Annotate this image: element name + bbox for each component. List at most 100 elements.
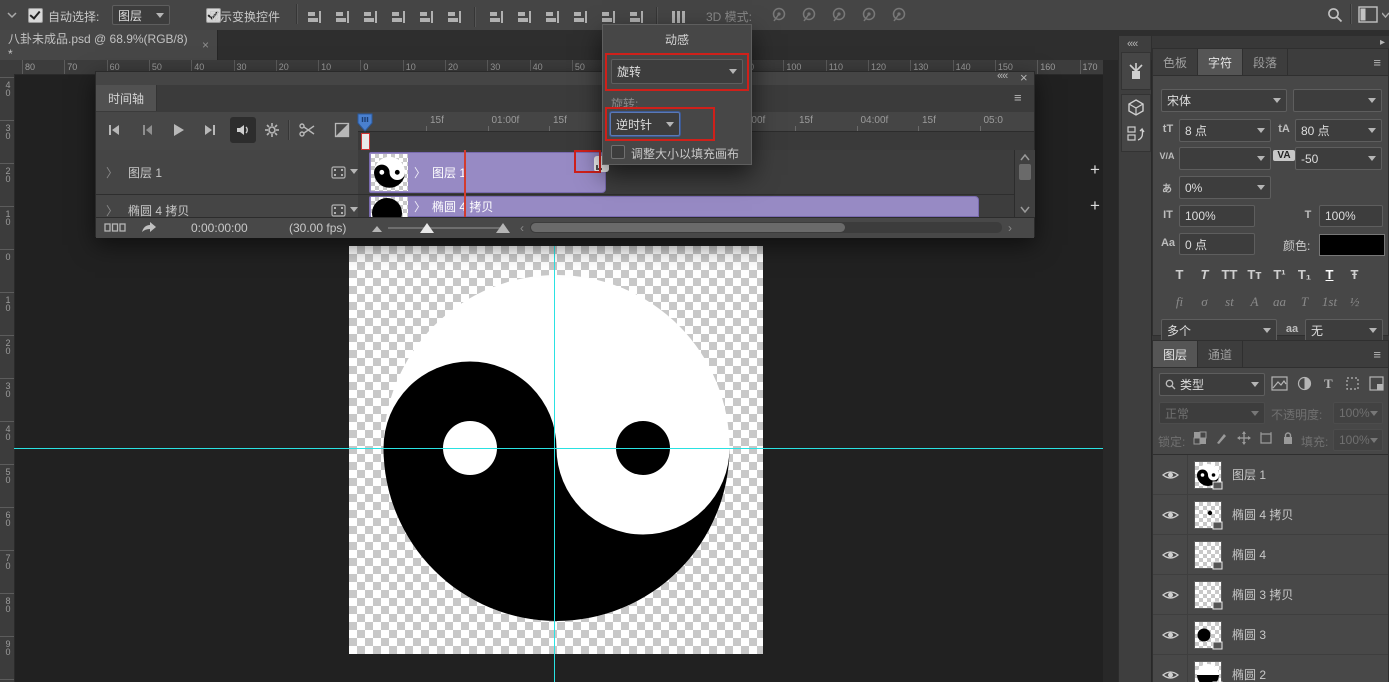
tab-channels[interactable]: 通道	[1198, 341, 1243, 367]
tsume-dropdown[interactable]: 0%	[1179, 176, 1271, 199]
distribute-bottom-edges-icon[interactable]	[544, 9, 560, 25]
smart-object-filter-icon[interactable]	[1369, 376, 1384, 391]
opentype-ligatures-icon[interactable]: fi	[1167, 294, 1192, 310]
tracking-dropdown[interactable]: -50	[1295, 147, 1382, 170]
align-bottom-edges-icon[interactable]	[362, 9, 378, 25]
lock-transparent-icon[interactable]	[1193, 431, 1207, 445]
horizontal-guide[interactable]	[14, 448, 1103, 449]
layer-thumbnail[interactable]	[1194, 501, 1222, 529]
auto-select-checkbox[interactable]	[28, 8, 43, 23]
lock-position-icon[interactable]	[1237, 431, 1251, 445]
first-frame-icon[interactable]	[106, 122, 122, 138]
horizontal-scale-field[interactable]: 100%	[1319, 205, 1383, 227]
track-scrollbar[interactable]	[1014, 150, 1035, 217]
distribute-horizontal-centers-icon[interactable]	[600, 9, 616, 25]
layer-name[interactable]: 椭圆 3 拷贝	[1232, 586, 1293, 603]
motion-effect-dropdown[interactable]: 旋转	[611, 59, 743, 84]
disclosure-icon[interactable]: 〉	[414, 198, 426, 215]
font-family-dropdown[interactable]: 宋体	[1161, 89, 1287, 112]
resize-canvas-checkbox[interactable]	[611, 145, 625, 159]
tab-character[interactable]: 字符	[1198, 49, 1243, 75]
close-panel-icon[interactable]: ×	[1020, 70, 1027, 85]
faux-all-caps-icon[interactable]: TT	[1217, 267, 1242, 282]
scroll-thumb[interactable]	[531, 223, 845, 232]
faux-strikethrough-icon[interactable]: Ŧ	[1342, 267, 1367, 282]
vertical-scale-field[interactable]: 100%	[1179, 205, 1255, 227]
workspace-switcher-icon[interactable]	[1358, 6, 1378, 23]
distribute-left-edges-icon[interactable]	[572, 9, 588, 25]
previous-frame-icon[interactable]	[138, 122, 154, 138]
rotation-direction-dropdown[interactable]: 逆时针	[610, 112, 680, 136]
chevron-down-icon[interactable]	[1382, 11, 1389, 19]
layer-thumbnail[interactable]	[1194, 621, 1222, 649]
3d-rotate-icon[interactable]	[770, 6, 788, 24]
transition-icon[interactable]	[334, 122, 350, 138]
distribute-top-edges-icon[interactable]	[488, 9, 504, 25]
history-icon[interactable]	[1126, 124, 1146, 146]
distribute-right-edges-icon[interactable]	[628, 9, 644, 25]
opacity-field[interactable]: 100%	[1333, 402, 1383, 424]
panel-menu-icon[interactable]: ≡	[1014, 90, 1021, 105]
layer-row[interactable]: 椭圆 3	[1153, 615, 1388, 655]
layer-name[interactable]: 椭圆 2	[1232, 666, 1266, 682]
opentype-stylistic-alternates-icon[interactable]: st	[1217, 294, 1242, 310]
tab-layers[interactable]: 图层	[1153, 341, 1198, 367]
tool-preset-chevron-icon[interactable]	[6, 9, 18, 21]
layer-visibility-eye-icon[interactable]	[1153, 655, 1188, 682]
lock-pixels-icon[interactable]	[1215, 431, 1229, 445]
scroll-left-icon[interactable]: ‹	[520, 221, 524, 235]
adjustment-layer-filter-icon[interactable]	[1297, 376, 1312, 391]
opentype-contextual-alternates-icon[interactable]: aa	[1267, 294, 1292, 310]
layer-visibility-eye-icon[interactable]	[1153, 535, 1188, 574]
disclosure-icon[interactable]: 〉	[106, 164, 118, 181]
collapse-to-icons-icon[interactable]: ▸	[1380, 37, 1384, 48]
blend-mode-dropdown[interactable]: 正常	[1159, 402, 1265, 424]
layer-visibility-eye-icon[interactable]	[1153, 575, 1188, 614]
align-right-edges-icon[interactable]	[446, 9, 462, 25]
search-icon[interactable]	[1326, 6, 1344, 24]
layer-row[interactable]: 椭圆 3 拷贝	[1153, 575, 1388, 615]
antialias-dropdown[interactable]: 无	[1305, 319, 1383, 342]
collapse-panel-icon[interactable]: ««	[997, 70, 1007, 82]
layer-thumbnail[interactable]	[1194, 461, 1222, 489]
film-frames-icon[interactable]	[331, 166, 346, 179]
vertical-ruler[interactable]: 403020100102030405060708090100	[0, 74, 15, 682]
layer-row[interactable]: 椭圆 2	[1153, 655, 1388, 682]
align-left-edges-icon[interactable]	[390, 9, 406, 25]
3d-drag-icon[interactable]	[830, 6, 848, 24]
kerning-dropdown[interactable]	[1179, 147, 1271, 170]
3d-slide-icon[interactable]	[860, 6, 878, 24]
font-size-dropdown[interactable]: 8 点	[1179, 119, 1271, 142]
opentype-ordinals-icon[interactable]: T	[1292, 294, 1317, 310]
faux-underline-icon[interactable]: T	[1317, 267, 1342, 282]
panel-menu-icon[interactable]: ≡	[1373, 55, 1380, 70]
film-frames-icon[interactable]	[331, 204, 346, 217]
baseline-shift-field[interactable]: 0 点	[1179, 233, 1255, 255]
close-tab-icon[interactable]: ×	[202, 38, 209, 52]
layer-visibility-eye-icon[interactable]	[1153, 455, 1188, 494]
align-top-edges-icon[interactable]	[306, 9, 322, 25]
playhead-line[interactable]	[464, 150, 466, 217]
lock-all-icon[interactable]	[1281, 431, 1295, 445]
scroll-thumb[interactable]	[1019, 164, 1031, 180]
add-media-icon[interactable]: +	[1090, 160, 1100, 180]
distribute-vertical-centers-icon[interactable]	[516, 9, 532, 25]
ruler-origin-corner[interactable]	[0, 60, 15, 75]
faux-subscript-icon[interactable]: T₁	[1292, 267, 1317, 282]
pixel-layer-filter-icon[interactable]	[1271, 376, 1288, 391]
mute-audio-icon[interactable]	[230, 117, 256, 143]
layer-row[interactable]: 椭圆 4 拷贝	[1153, 495, 1388, 535]
opentype-titling-alternates-icon[interactable]: A	[1242, 294, 1267, 310]
clip-layer1[interactable]: 〉 图层 1	[369, 152, 606, 193]
layer-name[interactable]: 椭圆 4	[1232, 546, 1266, 563]
canvas[interactable]	[349, 246, 763, 654]
layer-thumbnail[interactable]	[1194, 581, 1222, 609]
align-horizontal-centers-icon[interactable]	[418, 9, 434, 25]
zoom-in-timeline-icon[interactable]	[496, 222, 510, 233]
opentype-numerator-icon[interactable]: 1st	[1317, 294, 1342, 310]
3d-scale-icon[interactable]	[890, 6, 908, 24]
opentype-swash-icon[interactable]: σ	[1192, 294, 1217, 310]
align-vertical-centers-icon[interactable]	[334, 9, 350, 25]
timeline-zoom-slider-track[interactable]	[388, 227, 500, 229]
chevron-down-icon[interactable]	[350, 207, 358, 212]
